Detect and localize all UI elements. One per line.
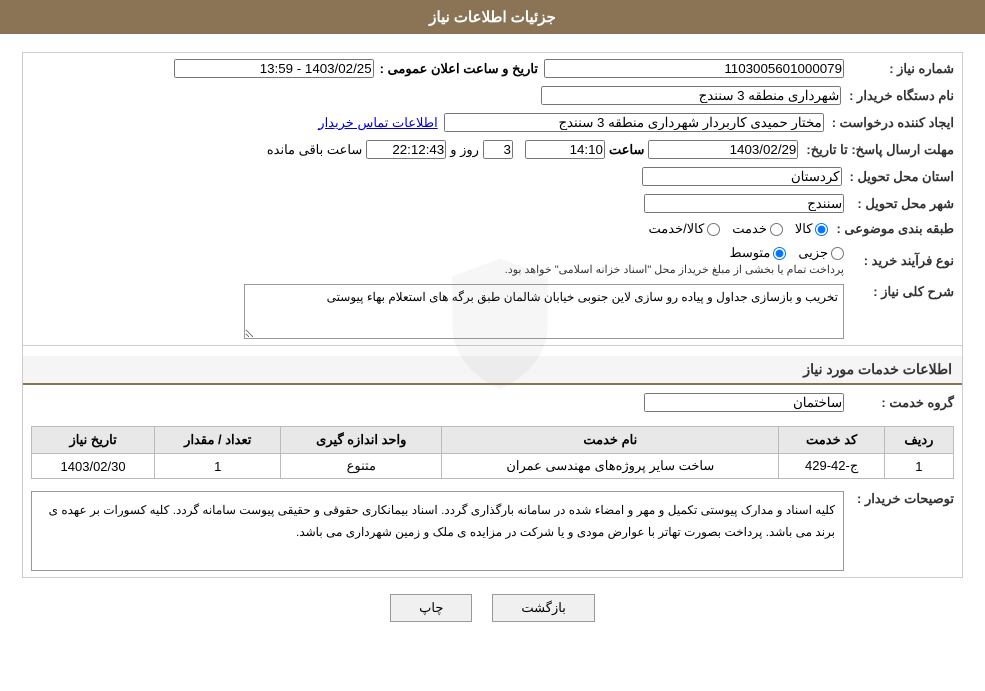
province-input[interactable] — [642, 167, 842, 186]
announce-date-label: تاریخ و ساعت اعلان عمومی : — [380, 61, 538, 77]
category-khadamat-label: خدمت — [732, 221, 767, 237]
page-header: جزئیات اطلاعات نیاز — [0, 0, 985, 34]
process-row: نوع فرآیند خرید : جزیی متوسط پرداخت تمام… — [23, 243, 962, 278]
need-description-row: شرح کلی نیاز : تخریب و بازسازی جداول و پ… — [23, 282, 962, 341]
province-label: استان محل تحویل : — [842, 169, 955, 185]
back-button[interactable]: بازگشت — [492, 594, 594, 622]
category-both-item[interactable]: کالا/خدمت — [649, 221, 721, 237]
reply-remaining-label: ساعت باقی مانده — [267, 142, 362, 158]
buttons-row: بازگشت چاپ — [16, 594, 969, 622]
need-number-row: شماره نیاز : تاریخ و ساعت اعلان عمومی : — [23, 57, 962, 80]
province-row: استان محل تحویل : — [23, 165, 962, 188]
services-table: ردیف کد خدمت نام خدمت واحد اندازه گیری ت… — [31, 426, 954, 479]
col-header-service-name: نام خدمت — [442, 427, 779, 454]
need-description-textarea[interactable]: تخریب و بازسازی جداول و پیاده رو سازی لا… — [244, 284, 844, 339]
col-header-row-num: ردیف — [884, 427, 953, 454]
cell-service-name: ساخت سایر پروژه‌های مهندسی عمران — [442, 454, 779, 479]
service-group-input[interactable] — [644, 393, 844, 412]
col-header-quantity: تعداد / مقدار — [155, 427, 281, 454]
buyer-org-row: نام دستگاه خریدار : — [23, 84, 962, 107]
col-header-unit: واحد اندازه گیری — [281, 427, 442, 454]
need-number-input[interactable] — [544, 59, 844, 78]
need-description-label: شرح کلی نیاز : — [844, 284, 954, 300]
services-section-title: اطلاعات خدمات مورد نیاز — [23, 356, 962, 385]
city-row: شهر محل تحویل : — [23, 192, 962, 215]
category-khadamat-item[interactable]: خدمت — [732, 221, 783, 237]
process-jozi-item[interactable]: جزیی — [798, 245, 844, 261]
buyer-notes-row: توصیحات خریدار : کلیه اسناد و مدارک پیوس… — [23, 489, 962, 573]
process-motavaset-label: متوسط — [729, 245, 770, 261]
reply-time-label: ساعت — [609, 142, 644, 158]
process-motavaset-item[interactable]: متوسط — [729, 245, 786, 261]
print-button[interactable]: چاپ — [390, 594, 472, 622]
cell-quantity: 1 — [155, 454, 281, 479]
need-number-value: تاریخ و ساعت اعلان عمومی : — [31, 59, 844, 78]
reply-day-label: روز و — [450, 142, 479, 158]
reply-deadline-label: مهلت ارسال پاسخ: تا تاریخ: — [798, 142, 954, 158]
need-number-label: شماره نیاز : — [844, 61, 954, 77]
category-kala-item[interactable]: کالا — [795, 221, 829, 237]
reply-deadline-row: مهلت ارسال پاسخ: تا تاریخ: ساعت روز و سا… — [23, 138, 962, 161]
buyer-notes-label: توصیحات خریدار : — [844, 491, 954, 507]
city-label: شهر محل تحویل : — [844, 196, 954, 212]
reply-time-input[interactable] — [525, 140, 605, 159]
creator-row: ایجاد کننده درخواست : اطلاعات تماس خریدا… — [23, 111, 962, 134]
services-table-wrapper: ردیف کد خدمت نام خدمت واحد اندازه گیری ت… — [23, 418, 962, 483]
process-label: نوع فرآیند خرید : — [844, 253, 954, 269]
buyer-org-label: نام دستگاه خریدار : — [841, 88, 954, 104]
category-khadamat-radio[interactable] — [770, 223, 783, 236]
category-kala-label: کالا — [795, 221, 813, 237]
col-header-need-date: تاریخ نیاز — [32, 427, 155, 454]
table-row: 1 ج-42-429 ساخت سایر پروژه‌های مهندسی عم… — [32, 454, 954, 479]
service-group-label: گروه خدمت : — [844, 395, 954, 411]
announce-date-input[interactable] — [174, 59, 374, 78]
process-jozi-label: جزیی — [798, 245, 828, 261]
buyer-notes-text: کلیه اسناد و مدارک پیوستی تکمیل و مهر و … — [31, 491, 844, 571]
process-radio-group: جزیی متوسط — [729, 245, 844, 261]
service-group-row: گروه خدمت : — [23, 391, 962, 414]
buyer-org-input[interactable] — [541, 86, 841, 105]
creator-label: ایجاد کننده درخواست : — [824, 115, 954, 131]
category-both-label: کالا/خدمت — [649, 221, 705, 237]
page-title: جزئیات اطلاعات نیاز — [429, 9, 556, 26]
cell-need-date: 1403/02/30 — [32, 454, 155, 479]
reply-days-input-box — [483, 140, 513, 159]
contact-link[interactable]: اطلاعات تماس خریدار — [318, 115, 437, 131]
creator-input[interactable] — [444, 113, 824, 132]
category-label: طبقه بندی موضوعی : — [828, 221, 954, 237]
reply-days-input[interactable] — [483, 140, 513, 159]
city-input[interactable] — [644, 194, 844, 213]
process-jozi-radio[interactable] — [831, 247, 844, 260]
process-motavaset-radio[interactable] — [773, 247, 786, 260]
cell-service-code: ج-42-429 — [779, 454, 884, 479]
reply-remaining-input[interactable] — [366, 140, 446, 159]
category-both-radio[interactable] — [707, 223, 720, 236]
cell-row-num: 1 — [884, 454, 953, 479]
category-row: طبقه بندی موضوعی : کالا خدمت — [23, 219, 962, 239]
process-note: پرداخت تمام یا بخشی از مبلغ خریداز محل "… — [505, 263, 844, 276]
col-header-service-code: کد خدمت — [779, 427, 884, 454]
cell-unit: متنوع — [281, 454, 442, 479]
category-kala-radio[interactable] — [815, 223, 828, 236]
reply-date-input[interactable] — [648, 140, 798, 159]
category-radio-group: کالا خدمت کالا/خدمت — [649, 221, 829, 237]
